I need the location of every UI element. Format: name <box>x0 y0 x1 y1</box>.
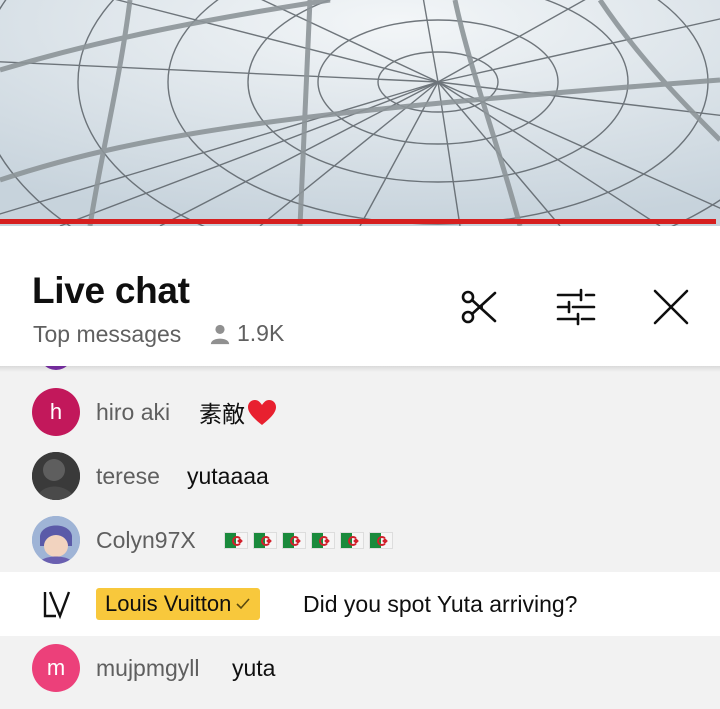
avatar <box>32 580 80 628</box>
algeria-flag-icon <box>311 531 335 549</box>
live-chat-header: Live chat Top messages 1.9K <box>0 226 720 347</box>
chat-author: hiro aki <box>96 398 171 425</box>
member-author-badge[interactable]: Louis Vuitton <box>96 588 261 620</box>
chat-message[interactable]: terese yutaaaa <box>0 444 720 508</box>
avatar <box>32 452 80 500</box>
video-progress-bar[interactable] <box>0 219 716 224</box>
avatar-photo <box>32 452 80 500</box>
video-player[interactable] <box>0 0 720 226</box>
person-icon <box>210 324 230 344</box>
viewer-count: 1.9K <box>209 320 284 347</box>
chat-message[interactable]: h hiro aki 素敵 <box>0 380 720 444</box>
top-messages-label[interactable]: Top messages <box>33 321 181 348</box>
heart-emoji-icon <box>248 400 276 425</box>
algeria-flag-icon <box>224 531 248 549</box>
close-icon <box>653 289 689 325</box>
header-shadow <box>0 366 720 372</box>
chat-author: terese <box>96 462 160 489</box>
close-button[interactable] <box>648 284 694 330</box>
algeria-flag-icon <box>282 531 306 549</box>
clip-button[interactable] <box>456 284 502 330</box>
algeria-flag-icon <box>253 531 277 549</box>
live-chat-panel: Live chat Top messages 1.9K h hiro aki 素… <box>0 226 720 709</box>
flag-emoji-row <box>224 531 393 549</box>
avatar: m <box>32 644 80 692</box>
dome-structure-image <box>0 0 720 226</box>
clip-icon <box>461 290 497 324</box>
algeria-flag-icon <box>369 531 393 549</box>
chat-text: Did you spot Yuta arriving? <box>303 590 578 617</box>
chat-message[interactable]: m mujpmgyll yuta <box>0 636 720 700</box>
chat-author: Colyn97X <box>96 526 196 553</box>
filter-button[interactable] <box>553 284 599 330</box>
chat-message[interactable]: Colyn97X <box>0 508 720 572</box>
chat-text: yutaaaa <box>187 462 269 489</box>
chat-author: mujpmgyll <box>96 654 200 681</box>
avatar <box>32 516 80 564</box>
chat-text: 素敵 <box>199 401 245 427</box>
avatar-photo <box>32 516 80 564</box>
filter-sliders-icon <box>556 288 596 326</box>
avatar-letter: h <box>49 399 63 424</box>
verified-check-icon <box>236 598 250 610</box>
live-chat-title: Live chat <box>32 270 190 311</box>
avatar-letter: m <box>46 655 66 680</box>
chat-author: Louis Vuitton <box>105 591 232 616</box>
viewer-count-value: 1.9K <box>237 320 285 346</box>
algeria-flag-icon <box>340 531 364 549</box>
chat-message-list[interactable]: h hiro aki 素敵 terese yutaaaa Colyn97X Lo… <box>0 366 720 709</box>
avatar: h <box>32 388 80 436</box>
lv-logo-icon <box>43 591 71 620</box>
chat-message-highlighted[interactable]: Louis Vuitton Did you spot Yuta arriving… <box>0 572 720 636</box>
chat-text: yuta <box>232 654 276 681</box>
